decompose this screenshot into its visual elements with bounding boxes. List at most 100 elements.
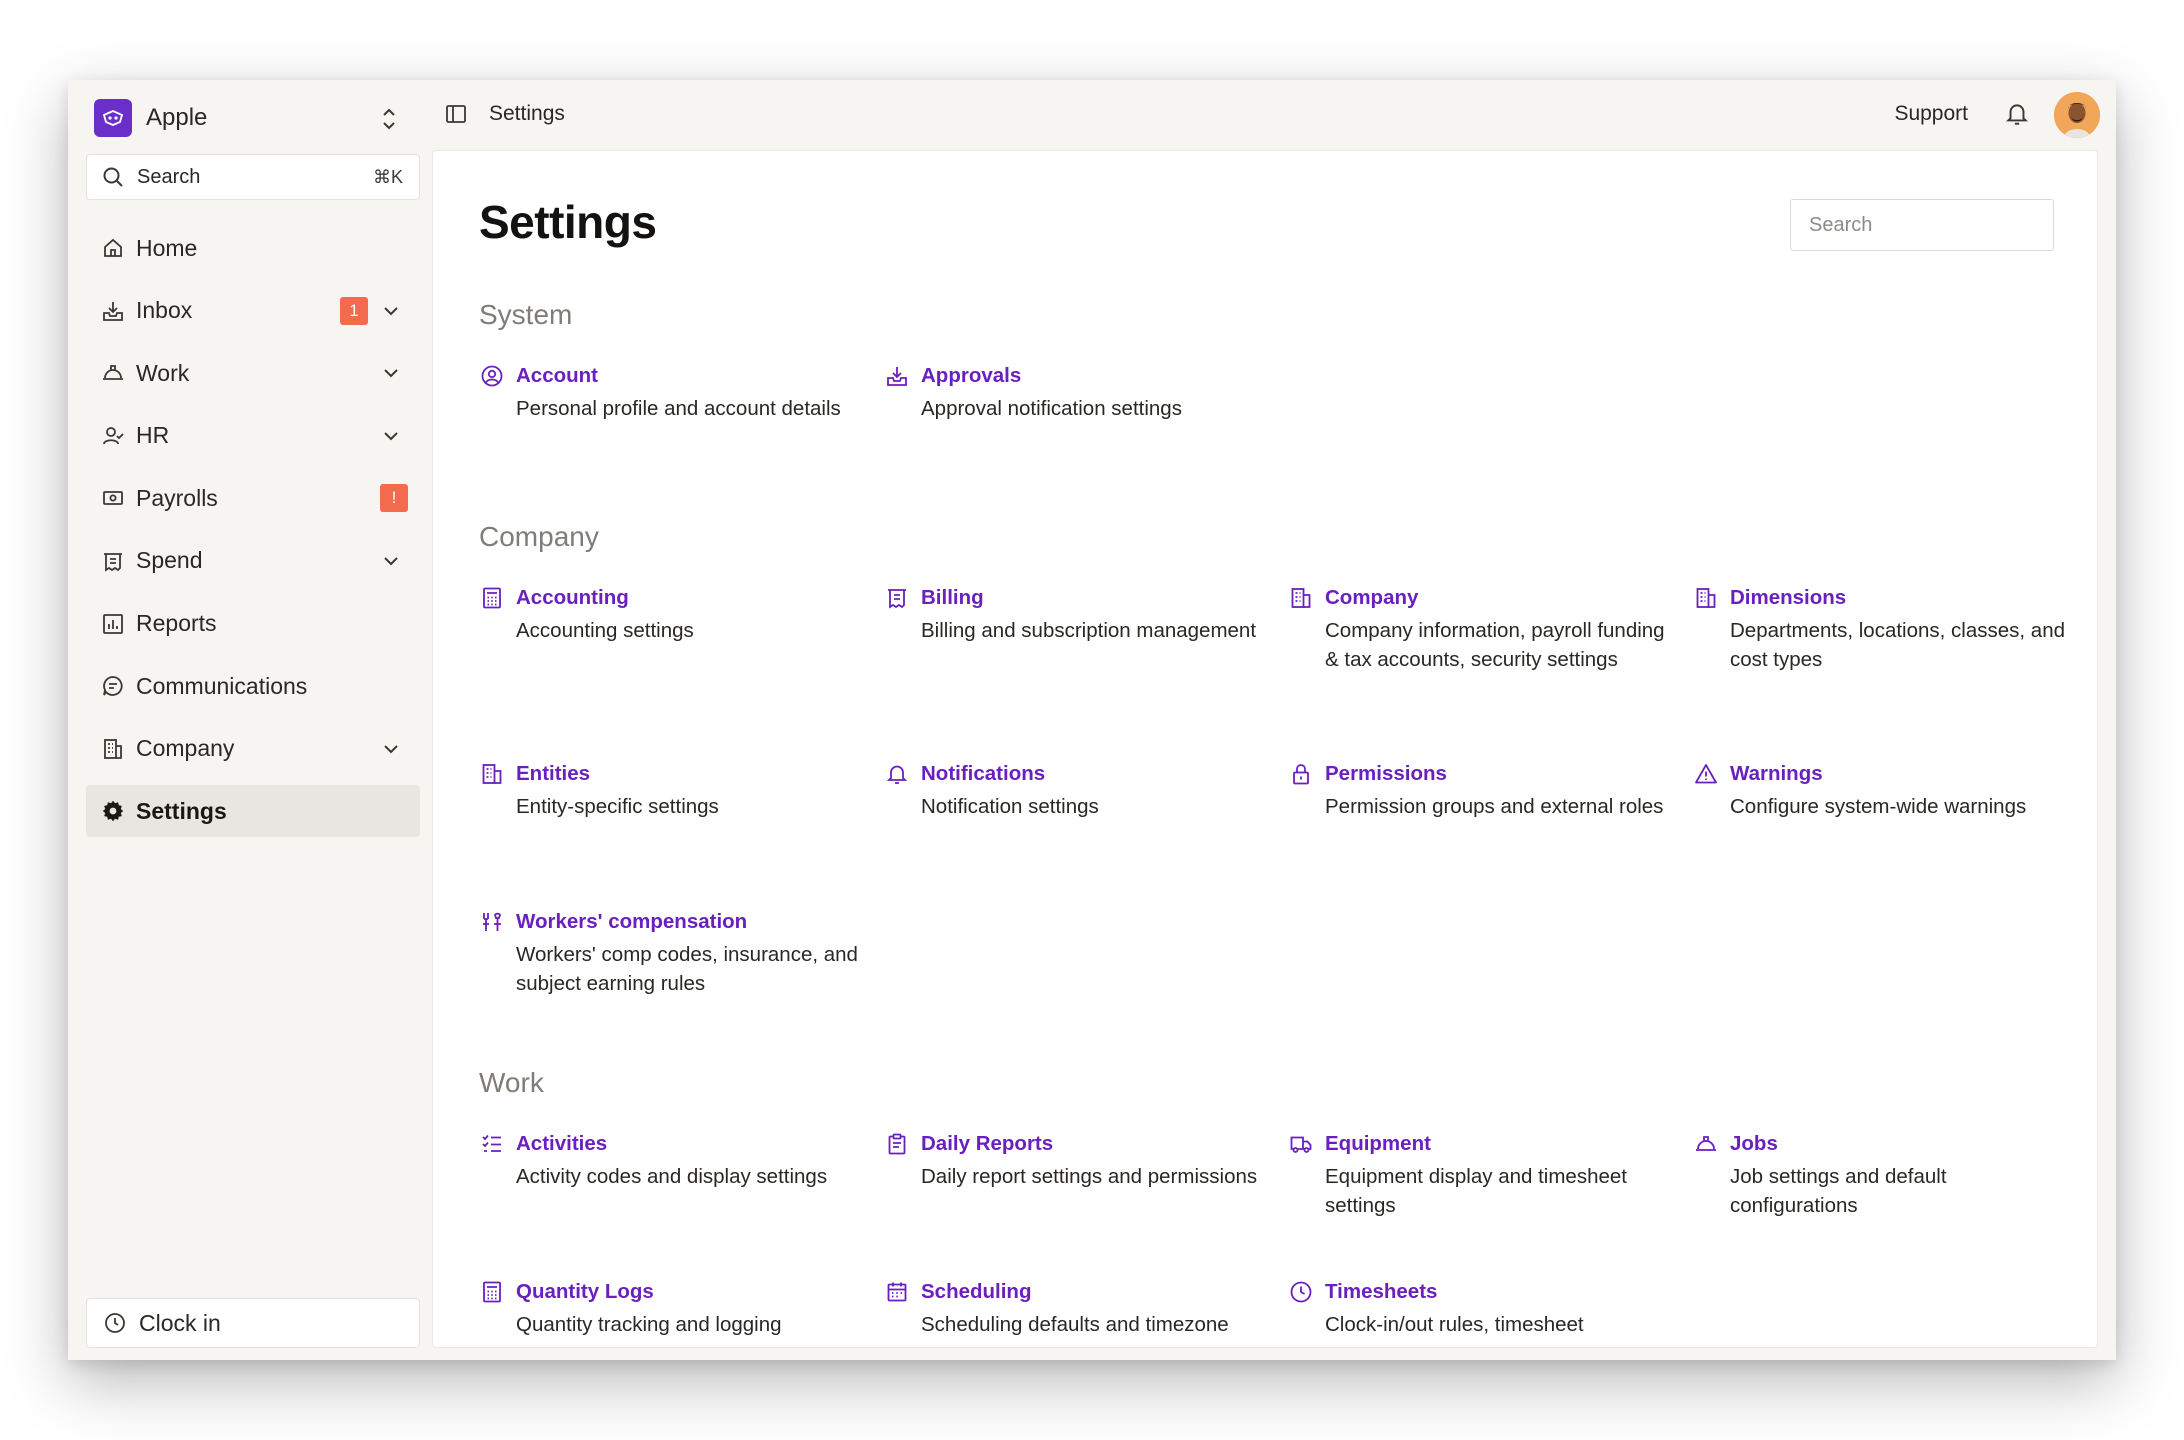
sidebar-item-inbox[interactable]: Inbox 1 <box>86 285 420 337</box>
clipboard-icon <box>884 1131 910 1157</box>
org-logo <box>94 99 132 137</box>
sidebar-item-label: Payrolls <box>136 484 218 511</box>
settings-search-input[interactable] <box>1790 199 2054 251</box>
user-avatar[interactable] <box>2054 92 2100 138</box>
lock-icon <box>1288 761 1314 787</box>
settings-card-jobs[interactable]: Jobs Job settings and default configurat… <box>1693 1130 2073 1220</box>
card-description: Notification settings <box>921 795 1099 818</box>
sidebar-item-payrolls[interactable]: Payrolls ! <box>86 472 420 524</box>
support-link[interactable]: Support <box>1894 102 1968 126</box>
sidebar-item-label: HR <box>136 422 170 449</box>
card-description: Entity-specific settings <box>516 795 719 818</box>
settings-card-workers-compensation[interactable]: Workers' compensation Workers' comp code… <box>479 908 859 998</box>
chevron-down-icon[interactable] <box>380 425 402 447</box>
card-description: Quantity tracking and logging <box>516 1313 782 1336</box>
sidebar: Apple Search ⌘K Home Inbox 1 Work HR Pay… <box>68 80 432 1360</box>
settings-card-entities[interactable]: Entities Entity-specific settings <box>479 760 859 822</box>
search-icon <box>101 165 125 189</box>
sidebar-item-work[interactable]: Work <box>86 347 420 399</box>
inbox-count-badge: 1 <box>340 296 368 325</box>
settings-card-notifications[interactable]: Notifications Notification settings <box>884 760 1264 822</box>
org-name: Apple <box>146 104 208 131</box>
sidebar-item-company[interactable]: Company <box>86 723 420 775</box>
sidebar-item-reports[interactable]: Reports <box>86 598 420 650</box>
sidebar-search-label: Search <box>137 165 201 188</box>
sidebar-item-label: Spend <box>136 547 203 574</box>
clock-in-label: Clock in <box>139 1309 221 1336</box>
chevron-down-icon[interactable] <box>380 300 402 322</box>
sidebar-item-spend[interactable]: Spend <box>86 535 420 587</box>
payrolls-icon <box>100 485 126 511</box>
settings-content: Settings System Account Personal profile… <box>432 150 2098 1348</box>
card-description: Departments, locations, classes, and cos… <box>1730 619 2065 671</box>
section-title-system: System <box>479 299 573 330</box>
payrolls-alert-badge: ! <box>380 484 408 513</box>
quantity-icon <box>479 1279 505 1305</box>
clock-in-button[interactable]: Clock in <box>86 1298 420 1348</box>
sidebar-item-home[interactable]: Home <box>86 222 420 274</box>
sidebar-item-hr[interactable]: HR <box>86 410 420 462</box>
sidebar-search[interactable]: Search ⌘K <box>86 154 420 200</box>
card-description: Job settings and default configurations <box>1730 1165 1947 1217</box>
entities-icon <box>479 761 505 787</box>
sidebar-item-communications[interactable]: Communications <box>86 660 420 712</box>
breadcrumb: Settings <box>489 102 565 125</box>
settings-card-timesheets[interactable]: Timesheets Clock-in/out rules, timesheet <box>1288 1278 1668 1340</box>
card-description: Clock-in/out rules, timesheet <box>1325 1313 1584 1336</box>
settings-card-equipment[interactable]: Equipment Equipment display and timeshee… <box>1288 1130 1668 1220</box>
truck-icon <box>1288 1131 1314 1157</box>
chevron-down-icon[interactable] <box>380 362 402 384</box>
card-description: Accounting settings <box>516 619 694 642</box>
home-icon <box>100 235 126 261</box>
settings-card-activities[interactable]: Activities Activity codes and display se… <box>479 1130 859 1192</box>
org-switcher[interactable]: Apple <box>94 98 414 138</box>
settings-card-account[interactable]: Account Personal profile and account det… <box>479 362 859 424</box>
dimensions-icon <box>1693 585 1719 611</box>
clock-icon <box>103 1311 127 1335</box>
card-title: Daily Reports <box>921 1132 1054 1155</box>
settings-card-daily-reports[interactable]: Daily Reports Daily report settings and … <box>884 1130 1264 1192</box>
card-title: Timesheets <box>1325 1280 1438 1303</box>
app-window: Apple Search ⌘K Home Inbox 1 Work HR Pay… <box>68 80 2116 1360</box>
card-description: Permission groups and external roles <box>1325 795 1664 818</box>
building-icon <box>1288 585 1314 611</box>
card-title: Billing <box>921 586 984 609</box>
settings-card-dimensions[interactable]: Dimensions Departments, locations, class… <box>1693 584 2073 674</box>
settings-card-company[interactable]: Company Company information, payroll fun… <box>1288 584 1668 674</box>
notifications-bell-icon[interactable] <box>2004 100 2030 128</box>
calendar-icon <box>884 1279 910 1305</box>
chevron-down-icon[interactable] <box>380 738 402 760</box>
sidebar-nav: Home Inbox 1 Work HR Payrolls ! Spend Re… <box>86 222 420 848</box>
sidebar-item-settings[interactable]: Settings <box>86 785 420 838</box>
sidebar-item-label: Inbox <box>136 297 193 324</box>
card-title: Activities <box>516 1132 608 1155</box>
settings-card-scheduling[interactable]: Scheduling Scheduling defaults and timez… <box>884 1278 1264 1340</box>
card-title: Entities <box>516 762 591 785</box>
page-title: Settings <box>479 196 657 248</box>
settings-card-accounting[interactable]: Accounting Accounting settings <box>479 584 859 646</box>
settings-card-billing[interactable]: Billing Billing and subscription managem… <box>884 584 1264 646</box>
clock-icon <box>1288 1279 1314 1305</box>
settings-icon <box>100 798 126 824</box>
communications-icon <box>100 673 126 699</box>
card-title: Warnings <box>1730 762 1823 785</box>
card-title: Workers' compensation <box>516 910 748 933</box>
sidebar-toggle-icon[interactable] <box>444 102 468 126</box>
approvals-icon <box>884 363 910 389</box>
chevron-up-down-icon <box>380 106 398 132</box>
sidebar-item-label: Company <box>136 735 235 762</box>
settings-card-approvals[interactable]: Approvals Approval notification settings <box>884 362 1264 424</box>
spend-icon <box>100 548 126 574</box>
reports-icon <box>100 611 126 637</box>
settings-card-permissions[interactable]: Permissions Permission groups and extern… <box>1288 760 1668 822</box>
settings-card-warnings[interactable]: Warnings Configure system-wide warnings <box>1693 760 2073 822</box>
card-title: Equipment <box>1325 1132 1431 1155</box>
card-title: Quantity Logs <box>516 1280 654 1303</box>
card-description: Approval notification settings <box>921 397 1182 420</box>
chevron-down-icon[interactable] <box>380 550 402 572</box>
billing-icon <box>884 585 910 611</box>
card-description: Configure system-wide warnings <box>1730 795 2027 818</box>
sidebar-item-label: Communications <box>136 672 308 699</box>
sidebar-item-label: Home <box>136 234 198 261</box>
settings-card-quantity-logs[interactable]: Quantity Logs Quantity tracking and logg… <box>479 1278 859 1340</box>
